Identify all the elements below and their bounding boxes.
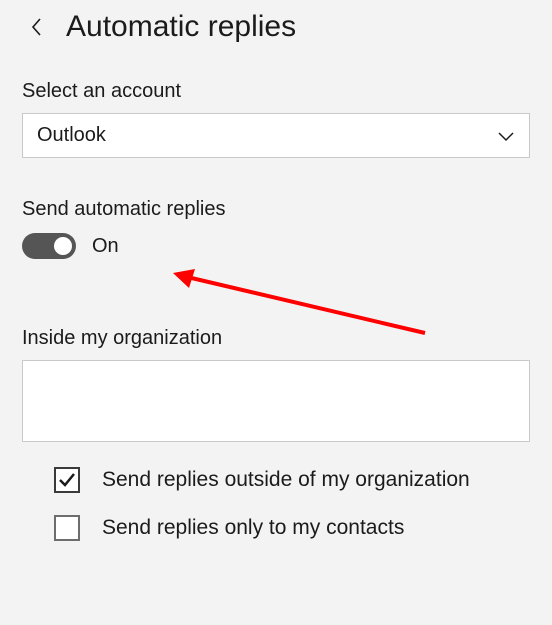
- account-select[interactable]: Outlook: [22, 113, 530, 158]
- chevron-left-icon: [30, 17, 44, 37]
- checkmark-icon: [58, 471, 76, 489]
- page-title: Automatic replies: [66, 10, 296, 44]
- send-auto-replies-toggle[interactable]: [22, 233, 76, 259]
- chevron-down-icon: [497, 130, 515, 142]
- back-button[interactable]: [22, 12, 52, 42]
- contacts-only-checkbox[interactable]: [54, 515, 80, 541]
- contacts-only-label: Send replies only to my contacts: [102, 513, 404, 543]
- inside-org-textarea[interactable]: [22, 360, 530, 442]
- account-select-value: Outlook: [37, 124, 106, 147]
- inside-org-label: Inside my organization: [22, 327, 530, 350]
- toggle-knob: [54, 237, 72, 255]
- send-outside-label: Send replies outside of my organization: [102, 465, 470, 495]
- send-outside-checkbox[interactable]: [54, 467, 80, 493]
- send-auto-replies-label: Send automatic replies: [22, 198, 530, 221]
- select-account-label: Select an account: [22, 80, 530, 103]
- toggle-state-text: On: [92, 235, 119, 258]
